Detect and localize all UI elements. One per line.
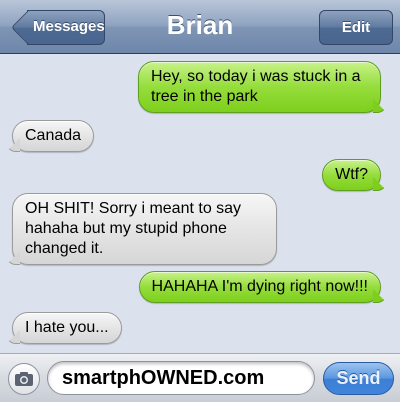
message-text: OH SHIT! Sorry i meant to say hahaha but… [25, 200, 242, 257]
received-message-bubble: I hate you... [6, 312, 122, 344]
edit-button[interactable]: Edit [319, 10, 393, 45]
bubble-tail [373, 99, 387, 113]
bubble-tail [6, 251, 20, 265]
sent-message-bubble: HAHAHA I'm dying right now!!! [138, 271, 387, 303]
camera-button[interactable] [8, 363, 40, 395]
message-text: HAHAHA I'm dying right now!!! [151, 278, 368, 295]
camera-icon [15, 372, 33, 386]
message-text: Canada [25, 127, 82, 144]
bubble-tail [6, 330, 20, 344]
message-input-bar: smartphOWNED.com Send [0, 353, 400, 402]
navigation-bar: Messages Brian Edit [0, 0, 400, 54]
sent-message-bubble: Hey, so today i was stuck in a tree in t… [138, 61, 387, 113]
sent-message-bubble: Wtf? [322, 159, 387, 191]
message-text: I hate you... [25, 319, 109, 336]
bubble-tail [373, 289, 387, 303]
message-text: Wtf? [335, 166, 368, 183]
received-message-bubble: OH SHIT! Sorry i meant to say hahaha but… [6, 193, 277, 265]
message-text: Hey, so today i was stuck in a tree in t… [151, 68, 361, 105]
send-button[interactable]: Send [323, 362, 394, 395]
message-text-field[interactable]: smartphOWNED.com [47, 361, 315, 395]
bubble-tail [373, 177, 387, 191]
bubble-tail [6, 138, 20, 152]
received-message-bubble: Canada [6, 120, 95, 152]
